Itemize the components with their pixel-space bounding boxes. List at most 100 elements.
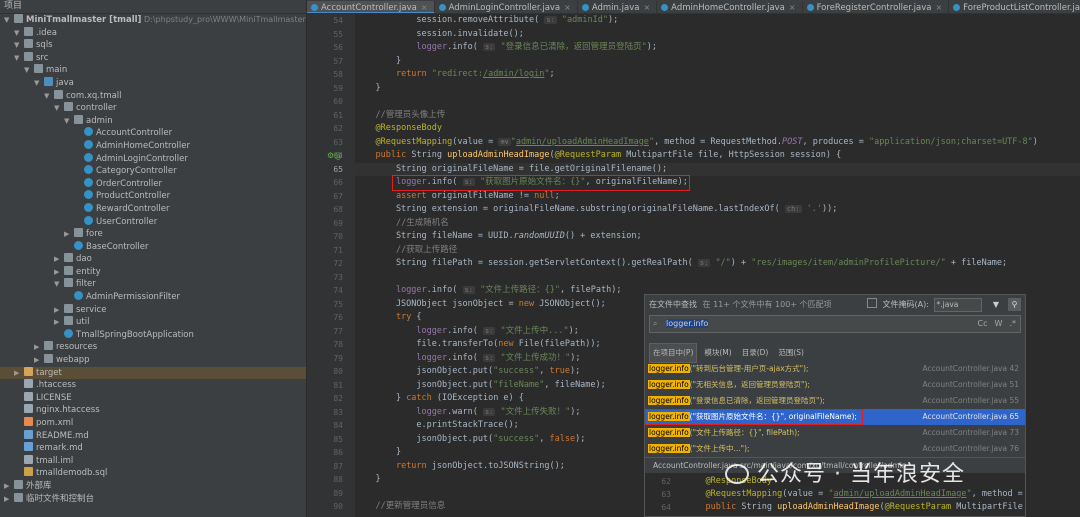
search-option-toggle[interactable]: W [995,319,1003,328]
tree-item[interactable]: UserController [0,215,306,229]
expand-arrow-icon[interactable]: ▼ [44,90,54,103]
find-result-row[interactable]: logger.info("文件上传中..."); AccountControlle… [645,441,1025,457]
expand-arrow-icon[interactable]: ▼ [54,102,64,115]
tree-item[interactable]: TmallSpringBootApplication [0,328,306,342]
code-line[interactable]: @ResponseBody [355,122,1080,136]
expand-arrow-icon[interactable]: ▶ [54,253,64,266]
tree-item[interactable]: AdminPermissionFilter [0,291,306,304]
expand-arrow-icon[interactable]: ▼ [14,27,24,40]
tree-item[interactable]: ▼ sqls [0,39,306,52]
tree-item[interactable]: ▼ src [0,51,306,65]
expand-arrow-icon[interactable]: ▼ [54,278,64,291]
editor-tab[interactable]: AdminHomeController.java × [657,1,803,13]
editor-tab[interactable]: ForeProductListController.java× [949,1,1080,13]
tree-item[interactable]: ProductController [0,190,306,203]
close-tab-icon[interactable]: × [564,3,571,12]
code-line[interactable] [355,271,1080,285]
editor-tab[interactable]: AdminLoginController.java × [435,1,578,13]
expand-arrow-icon[interactable]: ▼ [24,64,34,77]
editor-tab[interactable]: ForeRegisterController.java × [803,1,950,13]
expand-arrow-icon[interactable]: ▶ [54,316,64,329]
expand-arrow-icon[interactable]: ▼ [14,52,24,65]
tree-item[interactable]: AdminLoginController [0,152,306,166]
pin-icon[interactable]: ⚲ [1008,298,1021,311]
code-line[interactable]: //生成随机名 [355,217,1080,231]
project-panel-header[interactable]: 项目 [0,0,306,14]
gutter-marker-icon[interactable]: ⚙@ [327,151,342,160]
code-line[interactable]: } [355,55,1080,69]
expand-arrow-icon[interactable]: ▶ [34,354,44,367]
tree-item[interactable]: OrderController [0,177,306,191]
expand-arrow-icon[interactable]: ▼ [14,39,24,52]
code-line[interactable]: return "redirect:/admin/login"; [355,68,1080,82]
find-result-row[interactable]: logger.info("获取图片原始文件名：{}", originalFile… [645,409,1025,425]
tree-item[interactable]: ▶ util [0,316,306,329]
find-result-row[interactable]: logger.info("无相关信息，返回管理员登陆页"); AccountCon… [645,377,1025,393]
tree-item[interactable]: ▶ 临时文件和控制台 [0,492,306,506]
code-line[interactable]: String fileName = UUID.randomUUID() + ex… [355,230,1080,244]
tree-item[interactable]: RewardController [0,202,306,216]
code-line[interactable]: session.removeAttribute( s: "adminId"); [355,14,1080,28]
tree-item[interactable]: nginx.htaccess [0,404,306,417]
tree-item[interactable]: ▶ fore [0,228,306,241]
scope-tab[interactable]: 模块(M) [701,344,734,362]
close-tab-icon[interactable]: × [421,3,428,12]
code-line[interactable]: session.invalidate(); [355,28,1080,42]
editor-tab[interactable]: Admin.java × [578,1,658,13]
expand-arrow-icon[interactable]: ▶ [34,341,44,354]
code-line[interactable]: String extension = originalFileName.subs… [355,203,1080,217]
tree-item[interactable]: tmall.iml [0,454,306,468]
search-option-toggle[interactable]: Cc [978,319,988,328]
code-line[interactable]: //获取上传路径 [355,244,1080,258]
expand-arrow-icon[interactable]: ▶ [4,480,14,493]
editor-tab[interactable]: AccountController.java × [307,1,435,13]
scope-tab[interactable]: 在项目中(P) [649,343,698,363]
tree-item[interactable]: README.md [0,429,306,443]
close-tab-icon[interactable]: × [789,3,796,12]
code-line[interactable] [355,95,1080,109]
code-line[interactable]: String filePath = session.getServletCont… [355,257,1080,271]
scope-tab[interactable]: 范围(S) [775,344,807,362]
close-tab-icon[interactable]: × [935,3,942,12]
tree-item[interactable]: pom.xml [0,417,306,430]
scope-tab[interactable]: 目录(D) [739,344,772,362]
tree-item[interactable]: ▼ java [0,76,306,90]
tree-item[interactable]: ▶ entity [0,265,306,279]
code-line[interactable]: assert originalFileName != null; [355,190,1080,204]
filemask-select[interactable]: *.java [933,298,982,312]
tree-item[interactable]: ▼ com.xq.tmall [0,89,306,103]
tree-item[interactable]: ▶ dao [0,253,306,266]
tree-item[interactable]: .htaccess [0,379,306,392]
close-tab-icon[interactable]: × [643,3,650,12]
expand-arrow-icon[interactable]: ▼ [64,115,74,128]
tree-item[interactable]: ▼ filter [0,278,306,291]
filemask-checkbox[interactable] [867,298,877,308]
code-line[interactable]: //管理员头像上传 [355,109,1080,123]
find-result-row[interactable]: logger.info("登录信息已清除，返回管理员登陆页"); AccountC… [645,393,1025,409]
expand-arrow-icon[interactable]: ▶ [54,304,64,317]
tree-item[interactable]: LICENSE [0,391,306,405]
code-line[interactable]: } [355,82,1080,96]
expand-arrow-icon[interactable]: ▶ [14,367,24,380]
find-search-field[interactable]: ⌕ logger.info Cc W .* [649,315,1021,333]
tree-item[interactable]: ▶ target [0,366,306,380]
code-line[interactable]: logger.info( s: "登录信息已清除，返回管理员登陆页"); [355,41,1080,55]
tree-item[interactable]: BaseController [0,240,306,254]
code-line[interactable]: String originalFileName = file.getOrigin… [355,162,1080,176]
expand-arrow-icon[interactable]: ▶ [54,266,64,279]
tree-item[interactable]: ▶ webapp [0,354,306,367]
expand-arrow-icon[interactable]: ▼ [4,14,14,27]
search-option-toggle[interactable]: .* [1009,319,1016,328]
tree-item[interactable]: tmalldemodb.sql [0,467,306,480]
tree-item[interactable]: ▶ resources [0,341,306,354]
code-line[interactable]: public String uploadAdminHeadImage(@Requ… [355,149,1080,163]
tree-item[interactable]: ▶ service [0,303,306,317]
find-result-row[interactable]: logger.info("转到后台管理-用户页-ajax方式"); Account… [645,361,1025,377]
tree-item[interactable]: ▼ .idea [0,26,306,40]
tree-item[interactable]: ▼ admin [0,114,306,128]
tree-item[interactable]: ▼ main [0,64,306,77]
tree-item[interactable]: ▶ 外部库 [0,479,306,493]
expand-arrow-icon[interactable]: ▼ [34,77,44,90]
tree-item[interactable]: ▼ MiniTmallmaster [tmall] D:\phpstudy_pro… [0,14,306,27]
find-result-row[interactable]: logger.info("文件上传路径：{}", filePath); Accou… [645,425,1025,441]
